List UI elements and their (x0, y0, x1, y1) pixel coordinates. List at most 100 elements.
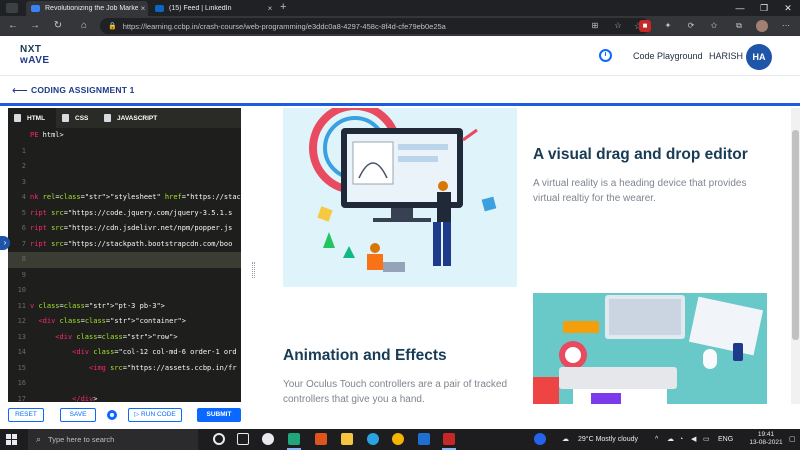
menu-dots-icon[interactable]: ⋯ (780, 20, 792, 32)
notifications-icon[interactable]: ▢ (789, 429, 796, 450)
code-line[interactable]: 6 ript src="https://cdn.jsdelivr.net/npm/… (8, 221, 241, 237)
extension-red-icon[interactable]: ■ (639, 20, 651, 32)
new-tab-button[interactable]: + (280, 1, 286, 13)
weather-icon[interactable]: ☁ (562, 429, 569, 450)
volume-icon[interactable]: ◀ (691, 429, 696, 450)
office-icon[interactable] (315, 433, 327, 445)
home-icon[interactable]: ⌂ (77, 19, 91, 33)
settings-gear-icon[interactable] (107, 410, 117, 420)
clock-date: 13-08-2021 (749, 439, 783, 446)
back-icon[interactable]: ← (6, 19, 20, 33)
code-editor[interactable]: HTML CSS JAVASCRIPT PE html> 1 2 3 4 nk rel=c… (8, 108, 241, 402)
windows-start-icon[interactable] (6, 434, 17, 445)
telegram-icon[interactable] (367, 433, 379, 445)
line-number: 5 (21, 208, 26, 217)
reset-button[interactable]: RESET (8, 408, 44, 422)
file-explorer-icon[interactable] (341, 433, 353, 445)
nxtwave-logo[interactable]: NXT wAVE (20, 44, 60, 68)
code-line[interactable]: 9 (8, 268, 241, 284)
line-number: 6 (21, 224, 26, 232)
code-line[interactable]: 4 nk rel=class="str">"stylesheet" href="h… (8, 190, 241, 206)
code-line[interactable]: 3 (8, 175, 241, 191)
code-line[interactable]: 7 ript src="https://stackpath.bootstrapcd… (8, 237, 241, 253)
translate-icon[interactable]: ⊞ (589, 20, 601, 32)
favorites-icon[interactable]: ☆ (612, 20, 624, 32)
code-playground-link[interactable]: Code Playground (633, 51, 703, 61)
avatar[interactable]: HA (746, 44, 772, 70)
code-line[interactable]: 5 ript src="https://code.jquery.com/jquer… (8, 206, 241, 222)
code-line[interactable]: 12 <div class=class="str">"container"> (8, 314, 241, 330)
code-line[interactable]: 15 <img src="https://assets.ccbp.in/fr (8, 361, 241, 377)
back-arrow-icon[interactable]: ⟵ (12, 84, 28, 97)
search-placeholder: Type here to search (48, 435, 115, 444)
timer-icon[interactable] (599, 49, 612, 62)
line-number: 12 (17, 317, 26, 325)
battery-icon[interactable]: ▭ (703, 429, 710, 450)
editor-actions: RESET SAVE ▷ RUN CODE SUBMIT (0, 405, 800, 429)
code-lines[interactable]: PE html> 1 2 3 4 nk rel=class="str">"styleshe… (8, 128, 241, 402)
logo-text-line1: NXT (20, 44, 42, 55)
weather-text[interactable]: 29°C Mostly cloudy (578, 429, 638, 450)
system-clock[interactable]: 19:41 13-08-2021 (744, 431, 788, 447)
tab-search-button[interactable] (6, 3, 18, 13)
preview-scrollbar-thumb[interactable] (792, 130, 799, 340)
maximize-icon[interactable]: ❐ (752, 0, 776, 16)
line-number: 10 (17, 286, 26, 294)
minimize-icon[interactable]: — (728, 0, 752, 16)
language-indicator[interactable]: ENG (718, 429, 733, 450)
tab-css[interactable]: CSS (56, 108, 98, 128)
tab-html[interactable]: HTML (8, 108, 56, 128)
code-line[interactable]: 17 </div> (8, 392, 241, 403)
line-number: 16 (17, 379, 26, 387)
extension-icon[interactable]: ✦ (662, 20, 674, 32)
html5-icon (14, 114, 21, 122)
code-line[interactable]: 11 v class=class="str">"pt-3 pb-3"> (8, 299, 241, 315)
code-line[interactable]: PE html> (8, 128, 241, 144)
close-window-icon[interactable]: ✕ (776, 0, 800, 16)
favorites-bar-icon[interactable]: ✩ (708, 20, 720, 32)
code-line[interactable]: 13 <div class=class="str">"row"> (8, 330, 241, 346)
taskbar-search[interactable]: ⌕ Type here to search (28, 429, 198, 450)
save-button[interactable]: SAVE (60, 408, 96, 422)
code-line[interactable]: 16 (8, 376, 241, 392)
edge-icon[interactable] (288, 433, 300, 445)
collections-icon[interactable]: ⟳ (685, 20, 697, 32)
close-tab-icon[interactable]: × (265, 4, 275, 13)
editor-tabs: HTML CSS JAVASCRIPT (8, 108, 241, 128)
profile-avatar-icon[interactable] (756, 20, 768, 32)
section1-heading: A visual drag and drop editor (533, 146, 748, 163)
run-code-button[interactable]: ▷ RUN CODE (128, 408, 182, 422)
help-icon[interactable] (534, 433, 546, 445)
address-bar[interactable]: 🔒 https://learning.ccbp.in/crash-course/… (100, 18, 650, 34)
panel-resize-handle[interactable] (252, 262, 255, 278)
code-text: v class=class="str">"pt-3 pb-3"> (30, 301, 165, 310)
line-number: 9 (21, 270, 26, 279)
onedrive-icon[interactable]: ☁ (667, 429, 674, 450)
desk-illustration (533, 293, 767, 404)
output-preview: A visual drag and drop editor A virtual … (258, 108, 792, 404)
network-icon[interactable]: ◔ (679, 429, 683, 450)
app-s-icon[interactable] (418, 433, 430, 445)
code-text: <div class=class="str">"container"> (38, 317, 186, 325)
task-view-icon[interactable] (237, 433, 249, 445)
submit-button[interactable]: SUBMIT (197, 408, 241, 422)
tray-up-icon[interactable]: ^ (655, 429, 658, 450)
code-line[interactable]: 1 (8, 144, 241, 160)
browser-tab-linkedin[interactable]: (15) Feed | LinkedIn × (150, 1, 275, 16)
code-line[interactable]: 14 <div class="col-12 col-md-6 order-1 o… (8, 345, 241, 361)
reload-icon[interactable]: ↻ (51, 19, 65, 33)
collections-tab-icon[interactable]: ⧉ (733, 20, 745, 32)
line-number: 4 (21, 193, 26, 201)
code-line[interactable]: 10 (8, 283, 241, 299)
chrome-icon[interactable] (392, 433, 404, 445)
code-line[interactable]: 8 (8, 252, 241, 268)
tab-javascript[interactable]: JAVASCRIPT (98, 108, 168, 128)
close-tab-icon[interactable]: × (138, 4, 148, 13)
code-line[interactable]: 2 (8, 159, 241, 175)
forward-icon[interactable]: → (28, 19, 42, 33)
tab-title: (15) Feed | LinkedIn (169, 5, 232, 12)
cortana-icon[interactable] (213, 433, 225, 445)
browser-tab-active[interactable]: Revolutionizing the Job Market | × (26, 1, 148, 16)
app-red-icon[interactable] (443, 433, 455, 445)
settings-icon[interactable] (262, 433, 274, 445)
